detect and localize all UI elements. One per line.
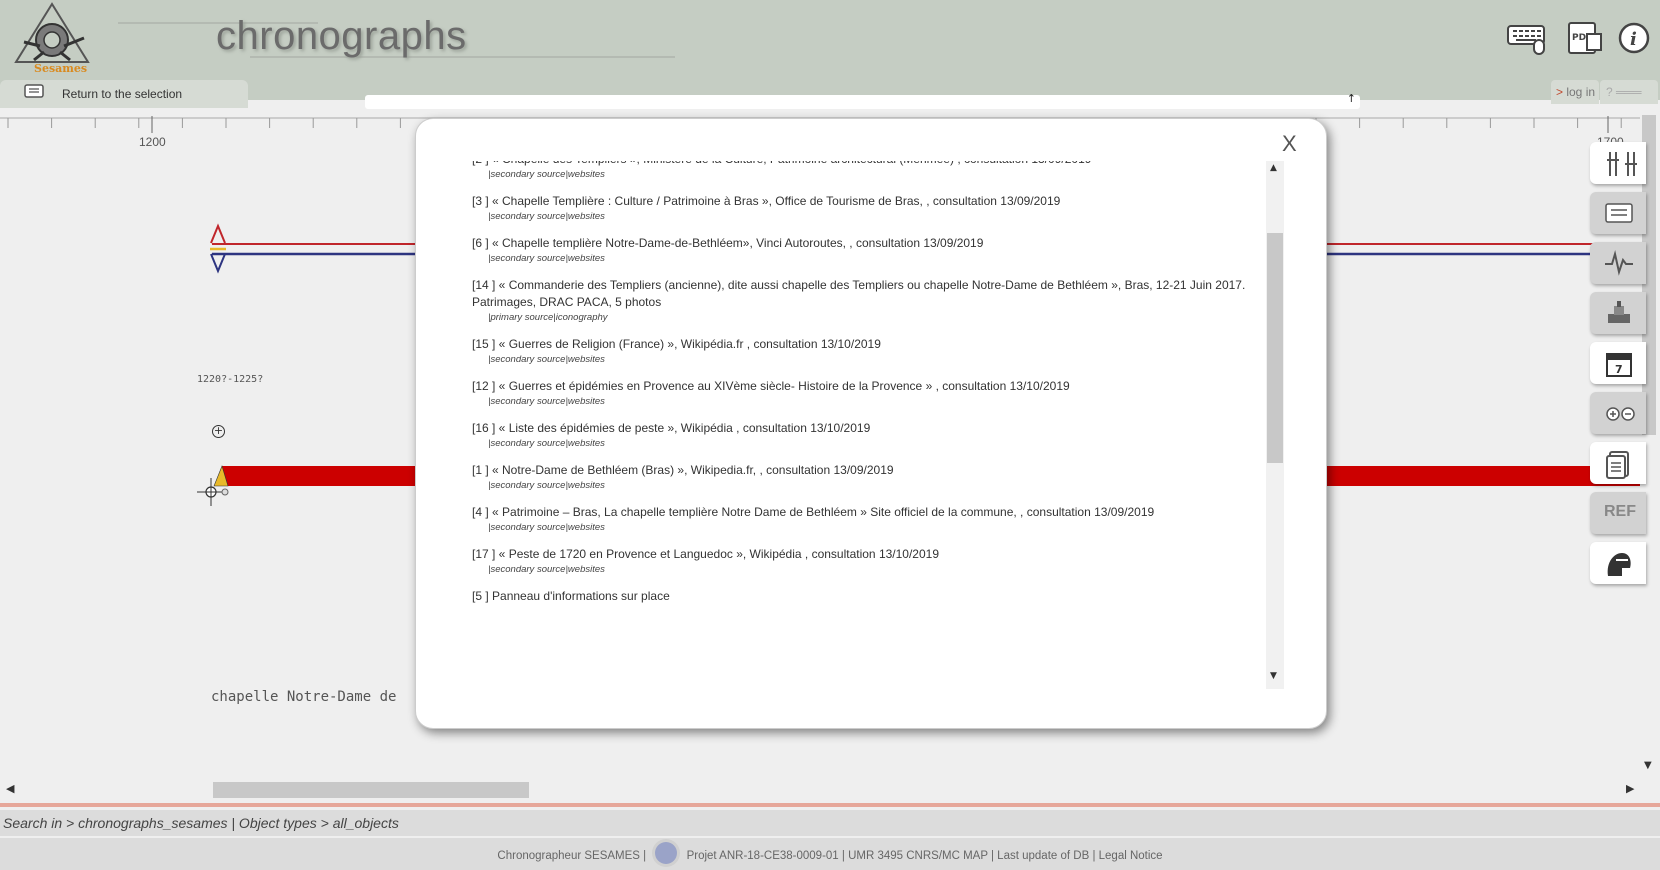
footer: Chronographeur SESAMES | Projet ANR-18-C… bbox=[0, 838, 1660, 870]
scroll-up-icon[interactable]: ▲ bbox=[1270, 163, 1277, 173]
scroll-up-arrow-icon[interactable]: ↑ bbox=[1347, 92, 1356, 105]
comment-icon bbox=[24, 84, 44, 98]
horizontal-scrollbar[interactable]: ◀ ▶ bbox=[0, 780, 1640, 798]
references-modal: X [2 ] « Chapelle des Templiers », Minis… bbox=[415, 118, 1327, 729]
calendar-day: 7 bbox=[1615, 363, 1623, 376]
reference-item: [14 ] « Commanderie des Templiers (ancie… bbox=[472, 277, 1262, 325]
start-marker-navy bbox=[210, 253, 226, 274]
reference-text: [4 ] « Patrimoine – Bras, La chapelle te… bbox=[472, 505, 1155, 519]
horizontal-scroll-thumb[interactable] bbox=[213, 782, 529, 798]
reference-source-type: |secondary source|websites bbox=[488, 564, 605, 575]
return-to-selection-button[interactable]: Return to the selection bbox=[0, 80, 248, 108]
reference-text: [14 ] « Commanderie des Templiers (ancie… bbox=[472, 278, 1246, 309]
return-label: Return to the selection bbox=[62, 87, 183, 101]
reference-item: [5 ] Panneau d'informations sur place bbox=[472, 588, 1262, 605]
object-label[interactable]: chapelle Notre-Dame de bbox=[211, 689, 396, 705]
expand-plus-icon[interactable]: + bbox=[212, 425, 225, 438]
reference-item: [15 ] « Guerres de Religion (France) », … bbox=[472, 336, 1262, 367]
scroll-down-icon[interactable]: ▼ bbox=[1644, 760, 1652, 771]
modal-scrollbar[interactable]: ▲ ▼ bbox=[1266, 161, 1284, 689]
reference-text: [1 ] « Notre-Dame de Bethléem (Bras) », … bbox=[472, 463, 894, 477]
reference-text: [3 ] « Chapelle Templière : Culture / Pa… bbox=[472, 194, 1061, 208]
reference-source-type: |secondary source|websites bbox=[488, 169, 605, 180]
reference-item: [12 ] « Guerres et épidémies en Provence… bbox=[472, 378, 1262, 409]
reference-source-type: |secondary source|websites bbox=[488, 480, 605, 491]
calendar-icon: 7 bbox=[1606, 353, 1632, 377]
reference-text: [17 ] « Peste de 1720 en Provence et Lan… bbox=[472, 547, 939, 561]
reference-text: [5 ] Panneau d'informations sur place bbox=[472, 589, 670, 603]
tick-label: 1200 bbox=[139, 135, 166, 149]
reference-source-type: |secondary source|websites bbox=[488, 438, 605, 449]
scroll-down-icon[interactable]: ▼ bbox=[1270, 671, 1277, 681]
scroll-right-icon[interactable]: ▶ bbox=[1626, 782, 1634, 795]
reference-text: [16 ] « Liste des épidémies de peste », … bbox=[472, 421, 871, 435]
login-link[interactable]: > log in bbox=[1551, 80, 1599, 104]
header-bar: Sesames chronographs PDF i Return to the… bbox=[0, 0, 1660, 108]
reference-source-type: |secondary source|websites bbox=[488, 253, 605, 264]
document-icon bbox=[1606, 451, 1629, 479]
reference-item: [1 ] « Notre-Dame de Bethléem (Bras) », … bbox=[472, 462, 1262, 493]
calendar-button[interactable]: 7 bbox=[1590, 342, 1646, 384]
ref-button[interactable]: REF bbox=[1590, 492, 1646, 534]
reference-text: [12 ] « Guerres et épidémies en Provence… bbox=[472, 379, 1070, 393]
stack-icon bbox=[1608, 301, 1630, 323]
reference-source-type: |secondary source|websites bbox=[488, 354, 605, 365]
login-label: log in bbox=[1566, 85, 1596, 99]
reference-source-type: |primary source|iconography bbox=[488, 312, 608, 323]
reference-source-type: |secondary source|websites bbox=[488, 522, 605, 533]
reference-item: [3 ] « Chapelle Templière : Culture / Pa… bbox=[472, 193, 1262, 224]
columns-button[interactable] bbox=[1590, 142, 1646, 184]
keyboard-mouse-icon[interactable] bbox=[1506, 20, 1550, 56]
pulse-icon bbox=[1605, 250, 1633, 276]
close-button[interactable]: X bbox=[1282, 131, 1297, 157]
reference-text: [2 ] « Chapelle des Templiers », Ministè… bbox=[472, 161, 1262, 168]
reference-item: [2 ] « Chapelle des Templiers », Ministè… bbox=[472, 161, 1262, 182]
comment-icon bbox=[1605, 203, 1633, 223]
search-path: Search in > chronographs_sesames | Objec… bbox=[0, 810, 1660, 836]
footer-links[interactable]: Projet ANR-18-CE38-0009-01 | UMR 3495 CN… bbox=[687, 850, 1163, 862]
helmet-icon bbox=[1607, 553, 1631, 576]
zoom-button[interactable] bbox=[1590, 392, 1646, 434]
date-range-label: 1220?-1225? bbox=[197, 374, 264, 385]
references-list-viewport[interactable]: [2 ] « Chapelle des Templiers », Ministè… bbox=[416, 161, 1272, 689]
reference-item: [16 ] « Liste des épidémies de peste », … bbox=[472, 420, 1262, 451]
reference-item: [4 ] « Patrimoine – Bras, La chapelle te… bbox=[472, 504, 1262, 535]
ref-label: REF bbox=[1604, 503, 1636, 520]
svg-text:i: i bbox=[1630, 29, 1637, 50]
anchor-handle bbox=[221, 488, 229, 496]
reference-source-type: |secondary source|websites bbox=[488, 396, 605, 407]
help-label: ? bbox=[1606, 85, 1613, 99]
reference-item: [17 ] « Peste de 1720 en Provence et Lan… bbox=[472, 546, 1262, 577]
references-list: [2 ] « Chapelle des Templiers », Ministè… bbox=[472, 161, 1262, 616]
comment-button[interactable] bbox=[1590, 192, 1646, 234]
reference-text: [6 ] « Chapelle templière Notre-Dame-de-… bbox=[472, 236, 984, 250]
pulse-button[interactable] bbox=[1590, 242, 1646, 284]
stack-button[interactable] bbox=[1590, 292, 1646, 334]
timeline-search-bar[interactable]: ↑ bbox=[365, 92, 1360, 109]
footer-credits: Chronographeur SESAMES | bbox=[497, 850, 647, 863]
columns-icon bbox=[1607, 152, 1637, 176]
start-marker-red bbox=[210, 223, 226, 244]
scroll-left-icon[interactable]: ◀ bbox=[6, 782, 14, 795]
logo-text: Sesames bbox=[34, 62, 88, 75]
document-button[interactable] bbox=[1590, 442, 1646, 484]
info-icon[interactable]: i bbox=[1616, 20, 1660, 56]
pdf-export-icon[interactable]: PDF bbox=[1565, 20, 1609, 56]
globe-icon bbox=[655, 842, 678, 864]
divider bbox=[0, 803, 1660, 807]
help-link[interactable]: ? ═══ bbox=[1600, 80, 1658, 104]
zoom-icon bbox=[1606, 407, 1635, 421]
reference-item: [6 ] « Chapelle templière Notre-Dame-de-… bbox=[472, 235, 1262, 266]
reference-text: [15 ] « Guerres de Religion (France) », … bbox=[472, 337, 881, 351]
helmet-button[interactable] bbox=[1590, 542, 1646, 584]
modal-scroll-thumb[interactable] bbox=[1267, 233, 1283, 463]
reference-source-type: |secondary source|websites bbox=[488, 211, 605, 222]
app-title: chronographs bbox=[216, 14, 467, 58]
